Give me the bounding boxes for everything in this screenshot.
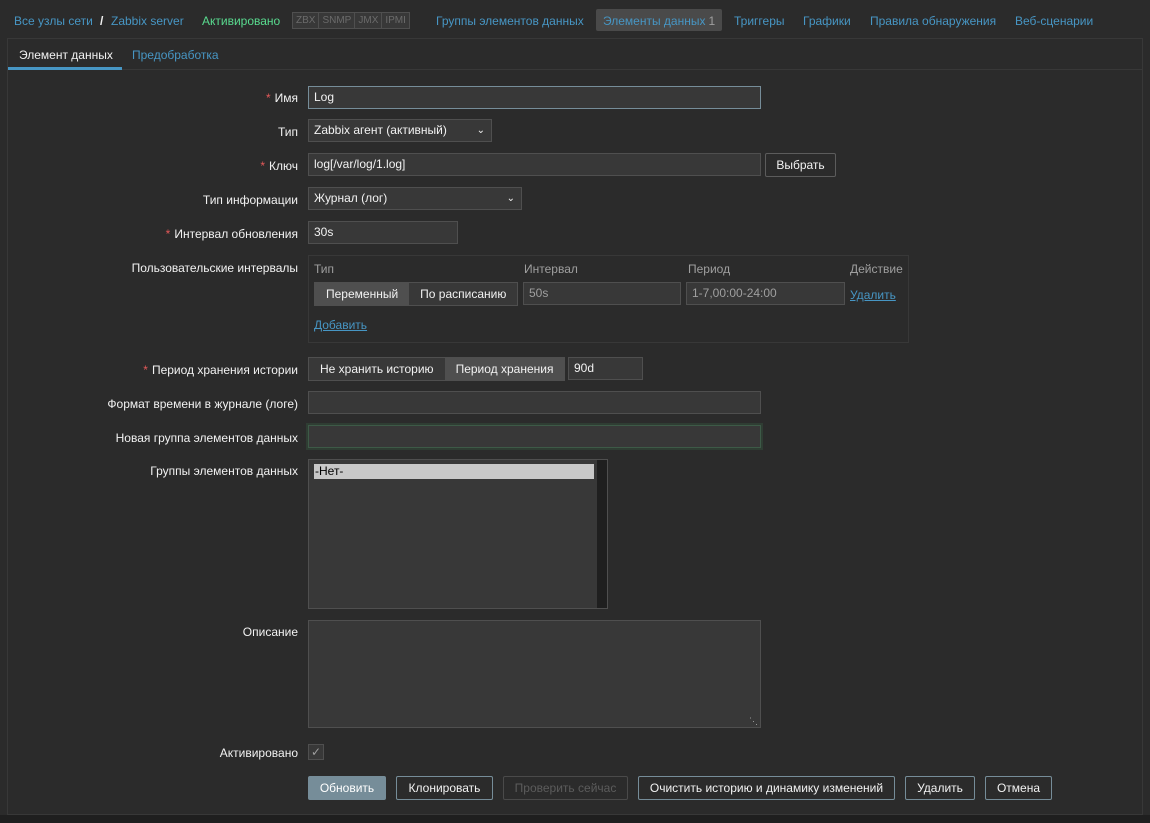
interval-label: * Интервал обновления <box>166 227 298 241</box>
info-type-label: Тип информации <box>202 193 298 207</box>
clone-button[interactable]: Клонировать <box>396 776 493 800</box>
cancel-button[interactable]: Отмена <box>985 776 1052 800</box>
description-textarea[interactable]: ⋱ <box>308 620 761 728</box>
resize-grip-icon[interactable]: ⋱ <box>749 717 758 726</box>
check-now-button[interactable]: Проверить сейчас <box>503 776 628 800</box>
new-group-input[interactable] <box>308 425 761 448</box>
nav-items-count: 1 <box>708 14 716 28</box>
type-select[interactable]: Zabbix агент (активный) ⌄ <box>308 119 492 142</box>
required-mark: * <box>260 159 266 173</box>
info-type-select[interactable]: Журнал (лог) ⌄ <box>308 187 522 210</box>
clear-history-button[interactable]: Очистить историю и динамику изменений <box>638 776 895 800</box>
name-label: * Имя <box>266 91 298 105</box>
form-tabs: Элемент данных Предобработка <box>8 39 1142 70</box>
ci-type-scheduling[interactable]: По расписанию <box>409 283 517 305</box>
update-button[interactable]: Обновить <box>308 776 386 800</box>
history-period-input[interactable]: 90d <box>568 357 643 380</box>
ci-header-period: Период <box>688 262 731 276</box>
ci-period-input[interactable]: 1-7,00:00-24:00 <box>686 282 845 305</box>
chevron-down-icon: ⌄ <box>476 125 485 136</box>
interval-input[interactable]: 30s <box>308 221 458 244</box>
ci-add-link[interactable]: Добавить <box>314 318 367 332</box>
availability-zbx: ZBX <box>293 13 320 28</box>
ci-remove-link[interactable]: Удалить <box>850 288 896 302</box>
key-label: * Ключ <box>260 159 298 173</box>
nav-triggers[interactable]: Триггеры <box>734 14 785 28</box>
ci-header-interval: Интервал <box>524 262 578 276</box>
interval-label-text: Интервал обновления <box>174 227 298 241</box>
type-label: Тип <box>277 125 298 139</box>
availability-badges: ZBX SNMP JMX IPMI <box>292 12 410 29</box>
select-key-button[interactable]: Выбрать <box>765 153 836 177</box>
delete-button[interactable]: Удалить <box>905 776 975 800</box>
history-do-not-keep[interactable]: Не хранить историю <box>309 358 445 380</box>
key-input[interactable]: log[/var/log/1.log] <box>308 153 761 176</box>
key-label-text: Ключ <box>269 159 298 173</box>
custom-intervals-label: Пользовательские интервалы <box>131 261 298 275</box>
nav-item-groups[interactable]: Группы элементов данных <box>436 14 584 28</box>
new-group-label: Новая группа элементов данных <box>115 431 298 445</box>
name-input[interactable]: Log <box>308 86 761 109</box>
tab-active-indicator <box>8 67 122 70</box>
tab-preprocessing[interactable]: Предобработка <box>132 48 219 62</box>
groups-listbox[interactable]: -Нет- <box>308 459 608 609</box>
nav-web-scenarios[interactable]: Веб-сценарии <box>1015 14 1093 28</box>
groups-option-none[interactable]: -Нет- <box>314 464 594 479</box>
ci-type-flexible[interactable]: Переменный <box>315 283 410 305</box>
ci-interval-input[interactable]: 50s <box>523 282 681 305</box>
description-label: Описание <box>242 625 298 639</box>
groups-label: Группы элементов данных <box>150 464 298 478</box>
breadcrumb-separator: / <box>100 14 104 28</box>
enabled-checkbox[interactable]: ✓ <box>308 744 324 760</box>
groups-scrollbar[interactable] <box>597 460 607 608</box>
info-type-value: Журнал (лог) <box>314 191 388 205</box>
ci-header-action: Действие <box>850 262 903 276</box>
tab-item[interactable]: Элемент данных <box>19 48 113 62</box>
ci-header-type: Тип <box>314 262 335 276</box>
availability-jmx: JMX <box>355 13 383 28</box>
nav-discovery-rules[interactable]: Правила обнаружения <box>870 14 996 28</box>
required-mark: * <box>165 227 171 241</box>
host-navigation: Все узлы сети / Zabbix server Активирова… <box>0 0 1150 38</box>
availability-snmp: SNMP <box>319 13 356 28</box>
breadcrumb-all-hosts[interactable]: Все узлы сети <box>14 14 93 28</box>
bottom-strip <box>0 815 1150 823</box>
name-label-text: Имя <box>274 91 298 105</box>
history-toggle: Не хранить историю Период хранения <box>308 357 566 381</box>
ci-type-toggle: Переменный По расписанию <box>314 282 519 306</box>
log-format-input[interactable] <box>308 391 761 414</box>
nav-graphs[interactable]: Графики <box>803 14 851 28</box>
availability-ipmi: IPMI <box>382 13 409 28</box>
history-storage-period[interactable]: Период хранения <box>444 358 565 380</box>
type-select-value: Zabbix агент (активный) <box>314 123 447 137</box>
nav-items-label: Элементы данных <box>603 14 706 28</box>
history-label: * Период хранения истории <box>143 363 298 377</box>
enabled-label: Активировано <box>219 746 298 760</box>
chevron-down-icon: ⌄ <box>506 193 515 204</box>
history-label-text: Период хранения истории <box>151 363 298 377</box>
required-mark: * <box>265 91 271 105</box>
required-mark: * <box>143 363 148 377</box>
log-format-label: Формат времени в журнале (логе) <box>107 397 298 411</box>
nav-items[interactable]: Элементы данных 1 <box>603 14 715 28</box>
host-status[interactable]: Активировано <box>202 14 280 28</box>
breadcrumb-host[interactable]: Zabbix server <box>111 14 184 28</box>
